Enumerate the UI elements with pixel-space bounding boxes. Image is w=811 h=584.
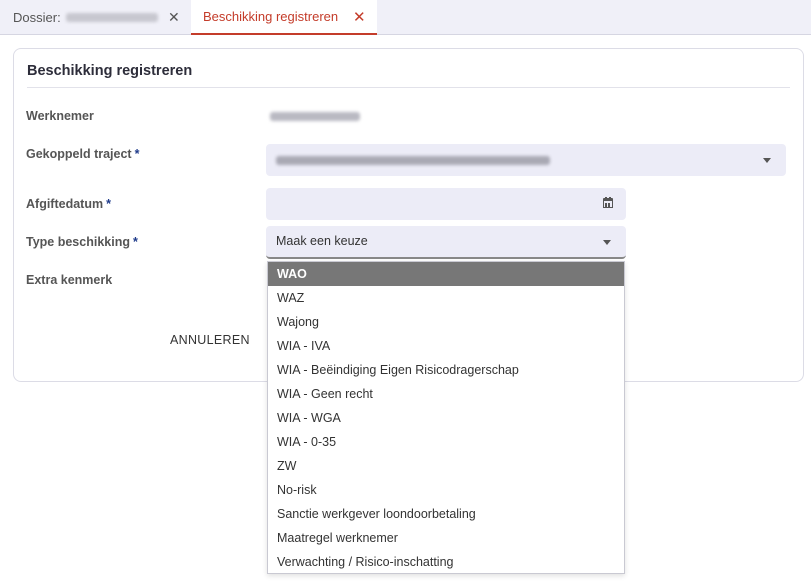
- required-mark: *: [134, 147, 140, 161]
- card-divider: [27, 87, 790, 88]
- dropdown-option[interactable]: WIA - Geen recht: [268, 382, 624, 406]
- tab-dossier-redacted-value: [65, 13, 158, 22]
- dropdown-option[interactable]: Sanctie werkgever loondoorbetaling: [268, 502, 624, 526]
- type-beschikking-dropdown: WAO WAZ Wajong WIA - IVA WIA - Beëindiging E…: [267, 261, 625, 574]
- type-beschikking-label: Type beschikking *: [26, 235, 138, 249]
- tab-beschikking-close-icon[interactable]: ✕: [353, 0, 366, 33]
- required-mark: *: [132, 235, 138, 249]
- dropdown-option[interactable]: WAO: [268, 262, 624, 286]
- afgiftedatum-label-text: Afgiftedatum: [26, 197, 104, 211]
- tab-beschikking-label: Beschikking registreren: [203, 9, 339, 24]
- dropdown-option[interactable]: WIA - 0-35: [268, 430, 624, 454]
- dropdown-option[interactable]: Maatregel werknemer: [268, 526, 624, 550]
- tab-dossier[interactable]: Dossier:: [13, 0, 158, 35]
- dropdown-option[interactable]: ZW: [268, 454, 624, 478]
- traject-selected-value: [276, 156, 550, 165]
- werknemer-value: [270, 112, 360, 121]
- dropdown-option[interactable]: WIA - IVA: [268, 334, 624, 358]
- traject-label: Gekoppeld traject *: [26, 147, 139, 161]
- dropdown-option[interactable]: WAZ: [268, 286, 624, 310]
- werknemer-label-text: Werknemer: [26, 109, 94, 123]
- afgiftedatum-label: Afgiftedatum *: [26, 197, 111, 211]
- dropdown-option[interactable]: Wajong: [268, 310, 624, 334]
- kenmerk-label-text: Extra kenmerk: [26, 273, 113, 287]
- tab-bar: Dossier: ✕ Beschikking registreren ✕: [0, 0, 811, 35]
- afgiftedatum-input[interactable]: [266, 188, 626, 220]
- tab-beschikking-registreren[interactable]: Beschikking registreren ✕: [191, 0, 377, 35]
- dropdown-option[interactable]: WIA - WGA: [268, 406, 624, 430]
- extra-kenmerk-label: Extra kenmerk: [26, 273, 112, 287]
- traject-select[interactable]: [266, 144, 786, 176]
- card-title: Beschikking registreren: [27, 63, 193, 79]
- type-beschikking-select[interactable]: Maak een keuze: [266, 226, 626, 259]
- chevron-down-icon: [763, 158, 771, 163]
- type-placeholder: Maak een keuze: [276, 234, 368, 248]
- dropdown-option[interactable]: No-risk: [268, 478, 624, 502]
- chevron-down-icon: [603, 240, 611, 245]
- cancel-button[interactable]: ANNULEREN: [170, 333, 250, 347]
- type-label-text: Type beschikking: [26, 235, 130, 249]
- dropdown-option[interactable]: WIA - Beëindiging Eigen Risicodragerscha…: [268, 358, 624, 382]
- tab-dossier-close-icon[interactable]: ✕: [168, 0, 180, 35]
- calendar-icon[interactable]: [603, 197, 613, 208]
- werknemer-label: Werknemer: [26, 109, 94, 123]
- traject-label-text: Gekoppeld traject: [26, 147, 132, 161]
- tab-dossier-label: Dossier:: [13, 10, 61, 25]
- required-mark: *: [106, 197, 111, 211]
- dropdown-option[interactable]: Verwachting / Risico-inschatting: [268, 550, 624, 574]
